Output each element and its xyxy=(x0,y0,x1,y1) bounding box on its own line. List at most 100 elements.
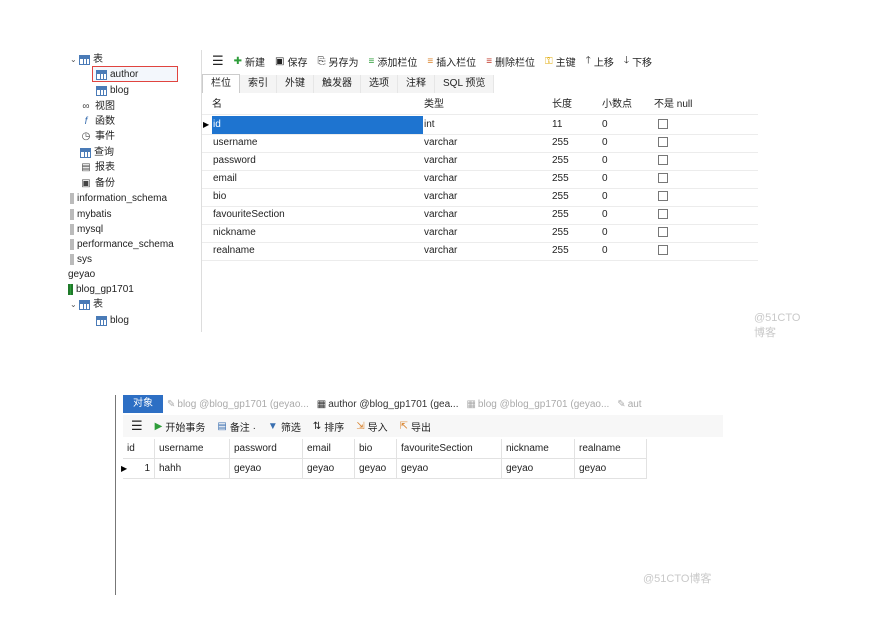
field-type-cell[interactable]: int xyxy=(424,116,435,134)
column-header[interactable]: password xyxy=(230,439,303,459)
table-cell[interactable]: hahh xyxy=(155,459,230,479)
field-row[interactable]: realname varchar 255 0 xyxy=(202,242,758,261)
field-decimals-cell[interactable]: 0 xyxy=(602,206,608,224)
tree-item-queries[interactable]: 查询 xyxy=(80,145,114,160)
not-null-checkbox[interactable] xyxy=(658,170,668,188)
tab-foreign-keys[interactable]: 外键 xyxy=(277,75,314,93)
tab-indexes[interactable]: 索引 xyxy=(240,75,277,93)
field-decimals-cell[interactable]: 0 xyxy=(602,134,608,152)
sort-button[interactable]: ⇅ 排序 xyxy=(313,419,344,434)
field-name-cell[interactable]: email xyxy=(212,170,413,188)
tree-item-backups[interactable]: ▣ 备份 xyxy=(80,176,115,191)
field-type-cell[interactable]: varchar xyxy=(424,188,457,206)
field-type-cell[interactable]: varchar xyxy=(424,152,457,170)
chevron-down-icon[interactable]: ⌄ xyxy=(70,52,77,67)
chevron-down-icon[interactable]: ⌄ xyxy=(70,297,77,312)
field-row[interactable]: email varchar 255 0 xyxy=(202,170,758,189)
note-button[interactable]: ▤ 备注 · xyxy=(217,419,256,434)
column-header-decimals[interactable]: 小数点 xyxy=(602,96,632,114)
field-name-cell[interactable]: favouriteSection xyxy=(212,206,413,224)
tree-item-tables[interactable]: ⌄ 表 xyxy=(70,52,103,67)
field-name-cell[interactable]: password xyxy=(212,152,413,170)
not-null-checkbox[interactable] xyxy=(658,116,668,134)
tree-item-tables[interactable]: ⌄ 表 xyxy=(70,297,103,312)
table-cell[interactable]: geyao xyxy=(355,459,397,479)
column-header-type[interactable]: 类型 xyxy=(424,96,444,114)
column-header-not-null[interactable]: 不是 null xyxy=(654,96,692,114)
field-name-cell[interactable]: username xyxy=(212,134,413,152)
menu-button[interactable]: ☰ xyxy=(212,53,224,69)
column-header[interactable]: email xyxy=(303,439,355,459)
column-header[interactable]: nickname xyxy=(502,439,575,459)
tree-item-reports[interactable]: ▤ 报表 xyxy=(80,160,115,175)
tab-objects[interactable]: 对象 xyxy=(123,395,163,413)
field-decimals-cell[interactable]: 0 xyxy=(602,116,608,134)
field-row[interactable]: ▶ id int 11 0 xyxy=(202,116,758,135)
tab-fields[interactable]: 栏位 xyxy=(202,74,240,93)
column-header[interactable]: bio xyxy=(355,439,397,459)
column-header-name[interactable]: 名 xyxy=(212,96,222,114)
field-length-cell[interactable]: 11 xyxy=(552,116,562,134)
not-null-checkbox[interactable] xyxy=(658,224,668,242)
tab-query-author[interactable]: ✎ aut xyxy=(613,399,645,410)
field-name-cell[interactable]: bio xyxy=(212,188,413,206)
table-cell[interactable]: geyao xyxy=(230,459,303,479)
tree-item-database[interactable]: mybatis xyxy=(70,207,111,222)
tree-item-database[interactable]: performance_schema xyxy=(70,237,174,252)
tab-sql-preview[interactable]: SQL 预览 xyxy=(435,75,495,93)
not-null-checkbox[interactable] xyxy=(658,188,668,206)
menu-button[interactable]: ☰ xyxy=(131,418,143,434)
not-null-checkbox[interactable] xyxy=(658,242,668,260)
field-decimals-cell[interactable]: 0 xyxy=(602,170,608,188)
column-header[interactable]: realname xyxy=(575,439,647,459)
table-cell[interactable]: geyao xyxy=(397,459,502,479)
save-button[interactable]: ▣ 保存 xyxy=(275,54,307,69)
tab-triggers[interactable]: 触发器 xyxy=(314,75,361,93)
tree-item-functions[interactable]: f 函数 xyxy=(80,114,115,129)
field-decimals-cell[interactable]: 0 xyxy=(602,224,608,242)
field-length-cell[interactable]: 255 xyxy=(552,134,569,152)
add-field-button[interactable]: ≡ 添加栏位 xyxy=(369,54,418,69)
not-null-checkbox[interactable] xyxy=(658,134,668,152)
field-type-cell[interactable]: varchar xyxy=(424,170,457,188)
field-decimals-cell[interactable]: 0 xyxy=(602,152,608,170)
field-name-cell[interactable]: realname xyxy=(212,242,413,260)
field-length-cell[interactable]: 255 xyxy=(552,188,569,206)
begin-transaction-button[interactable]: ▶ 开始事务 xyxy=(155,419,206,434)
column-header[interactable]: favouriteSection xyxy=(397,439,502,459)
table-cell[interactable]: 1 xyxy=(123,459,155,479)
tree-item-database[interactable]: mysql xyxy=(70,222,103,237)
primary-key-button[interactable]: ⚿ 主键 xyxy=(545,54,576,69)
tree-item-blog[interactable]: blog xyxy=(96,313,129,328)
field-type-cell[interactable]: varchar xyxy=(424,134,457,152)
field-row[interactable]: favouriteSection varchar 255 0 xyxy=(202,206,758,225)
delete-field-button[interactable]: ≡ 删除栏位 xyxy=(486,54,535,69)
tree-item-connection[interactable]: geyao xyxy=(68,267,95,282)
export-button[interactable]: ⇱ 导出 xyxy=(400,419,431,434)
save-as-button[interactable]: ⎘ 另存为 xyxy=(318,54,359,69)
field-length-cell[interactable]: 255 xyxy=(552,170,569,188)
column-header[interactable]: username xyxy=(155,439,230,459)
field-decimals-cell[interactable]: 0 xyxy=(602,242,608,260)
tree-item-blog[interactable]: blog xyxy=(96,83,129,98)
tab-table-blog[interactable]: ▦ blog @blog_gp1701 (geyao... xyxy=(462,399,613,410)
tab-options[interactable]: 选项 xyxy=(361,75,398,93)
field-type-cell[interactable]: varchar xyxy=(424,224,457,242)
field-name-cell[interactable]: id xyxy=(212,116,423,134)
insert-field-button[interactable]: ≡ 插入栏位 xyxy=(427,54,476,69)
not-null-checkbox[interactable] xyxy=(658,206,668,224)
new-button[interactable]: ✚ 新建 xyxy=(234,54,265,69)
tree-item-database[interactable]: information_schema xyxy=(70,191,167,206)
tree-item-views[interactable]: ∞ 视图 xyxy=(80,99,115,114)
column-header-length[interactable]: 长度 xyxy=(552,96,572,114)
field-type-cell[interactable]: varchar xyxy=(424,206,457,224)
table-cell[interactable]: geyao xyxy=(303,459,355,479)
field-type-cell[interactable]: varchar xyxy=(424,242,457,260)
filter-button[interactable]: ▼ 筛选 xyxy=(268,419,301,434)
table-cell[interactable]: geyao xyxy=(575,459,647,479)
field-row[interactable]: bio varchar 255 0 xyxy=(202,188,758,207)
field-row[interactable]: password varchar 255 0 xyxy=(202,152,758,171)
tab-comments[interactable]: 注释 xyxy=(398,75,435,93)
table-cell[interactable]: geyao xyxy=(502,459,575,479)
field-length-cell[interactable]: 255 xyxy=(552,242,569,260)
